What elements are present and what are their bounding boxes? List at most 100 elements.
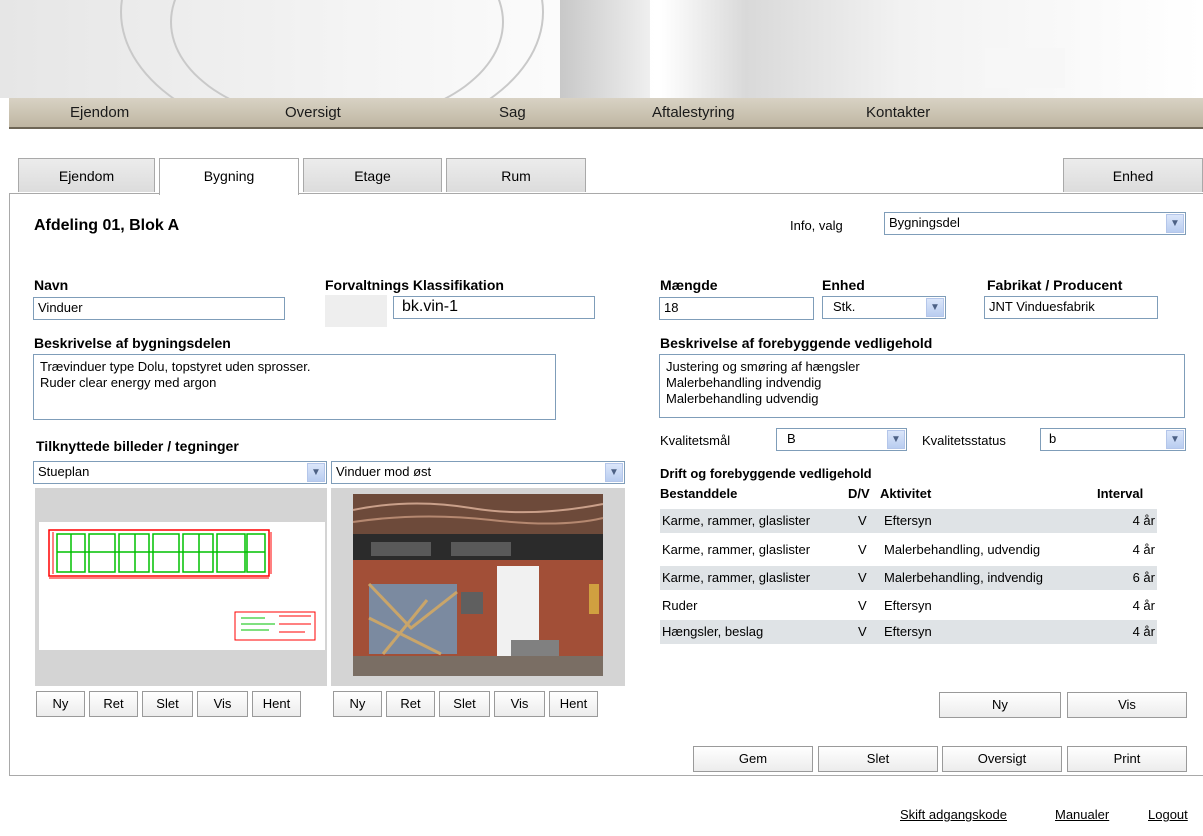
cell-aktivitet: Eftersyn <box>884 598 932 613</box>
cell-interval: 4 år <box>1132 513 1155 528</box>
billede2-ret-button[interactable]: Ret <box>386 691 435 717</box>
logout-link[interactable]: Logout <box>1148 807 1188 822</box>
cell-dv: V <box>858 513 867 528</box>
maengde-field[interactable]: 18 <box>659 297 814 320</box>
banner-logo-area <box>985 48 1065 88</box>
table-row[interactable]: Ruder V Eftersyn 4 år <box>660 594 1157 618</box>
skift-adgangskode-link[interactable]: Skift adgangskode <box>900 807 1007 822</box>
cell-aktivitet: Malerbehandling, indvendig <box>884 570 1044 585</box>
tab-etage[interactable]: Etage <box>303 158 442 192</box>
cell-dv: V <box>858 570 867 585</box>
klassifikation-prefix-box <box>325 295 387 327</box>
chevron-down-icon: ▼ <box>605 463 623 482</box>
tab-rum[interactable]: Rum <box>446 158 586 192</box>
cell-interval: 4 år <box>1132 542 1155 557</box>
beskrivelse-label: Beskrivelse af bygningsdelen <box>34 335 231 351</box>
billede1-hent-button[interactable]: Hent <box>252 691 301 717</box>
drift-ny-button[interactable]: Ny <box>939 692 1061 718</box>
chevron-down-icon: ▼ <box>1166 214 1184 233</box>
cell-interval: 4 år <box>1132 598 1155 613</box>
klassifikation-field[interactable]: bk.vin-1 <box>393 296 595 319</box>
billede-select-2-value: Vinduer mod øst <box>336 464 432 479</box>
billede-select-1[interactable]: Stueplan ▼ <box>33 461 327 484</box>
billede2-slet-button[interactable]: Slet <box>439 691 490 717</box>
chevron-down-icon: ▼ <box>1166 430 1184 449</box>
billede2-ny-button[interactable]: Ny <box>333 691 382 717</box>
navn-field[interactable]: Vinduer <box>33 297 285 320</box>
billede1-vis-button[interactable]: Vis <box>197 691 248 717</box>
slet-button[interactable]: Slet <box>818 746 938 772</box>
page-title: Afdeling 01, Blok A <box>34 217 180 234</box>
tab-enhed[interactable]: Enhed <box>1063 158 1203 192</box>
tab-ejendom[interactable]: Ejendom <box>18 158 155 192</box>
drift-vis-button[interactable]: Vis <box>1067 692 1187 718</box>
cell-bestanddel: Karme, rammer, glaslister <box>662 513 811 528</box>
table-row[interactable]: Karme, rammer, glaslister V Eftersyn 4 å… <box>660 509 1157 533</box>
header-banner <box>0 0 1203 98</box>
kvalitetsstatus-select[interactable]: b ▼ <box>1040 428 1186 451</box>
billede2-hent-button[interactable]: Hent <box>549 691 598 717</box>
navn-label: Navn <box>34 277 69 293</box>
cell-aktivitet: Malerbehandling, udvendig <box>884 542 1041 557</box>
col-bestanddele: Bestanddele <box>660 486 738 501</box>
kvalitetsmaal-select[interactable]: B ▼ <box>776 428 907 451</box>
banner-stair-graphic-inner <box>170 0 504 98</box>
fabrikat-label: Fabrikat / Producent <box>987 277 1123 293</box>
cell-bestanddel: Karme, rammer, glaslister <box>662 570 811 585</box>
kvalitetsmaal-value: B <box>787 431 796 446</box>
oversigt-button[interactable]: Oversigt <box>942 746 1062 772</box>
billede1-ret-button[interactable]: Ret <box>89 691 138 717</box>
print-button[interactable]: Print <box>1067 746 1187 772</box>
info-select-value: Bygningsdel <box>889 215 960 230</box>
enhed-label: Enhed <box>822 277 865 293</box>
billede-select-1-value: Stueplan <box>38 464 90 479</box>
chevron-down-icon: ▼ <box>926 298 944 317</box>
table-row[interactable]: Karme, rammer, glaslister V Malerbehandl… <box>660 566 1157 590</box>
col-interval: Interval <box>1097 486 1144 501</box>
cell-bestanddel: Ruder <box>662 598 698 613</box>
nav-kontakter[interactable]: Kontakter <box>866 104 930 121</box>
nav-oversigt[interactable]: Oversigt <box>285 104 341 121</box>
table-row[interactable]: Hængsler, beslag V Eftersyn 4 år <box>660 620 1157 644</box>
gem-button[interactable]: Gem <box>693 746 813 772</box>
col-dv: D/V <box>848 486 870 501</box>
drawing-image-frame <box>35 488 327 686</box>
cell-dv: V <box>858 598 867 613</box>
col-aktivitet: Aktivitet <box>880 486 932 501</box>
nav-aftalestyring[interactable]: Aftalestyring <box>652 104 735 121</box>
photo-image-frame <box>331 488 625 686</box>
info-label: Info, valg <box>790 218 843 233</box>
enhed-select[interactable]: Stk. ▼ <box>822 296 946 319</box>
enhed-select-value: Stk. <box>833 299 856 314</box>
cell-bestanddel: Karme, rammer, glaslister <box>662 542 811 557</box>
cell-dv: V <box>858 542 867 557</box>
kvalitetsstatus-value: b <box>1049 431 1057 446</box>
info-select[interactable]: Bygningsdel ▼ <box>884 212 1186 235</box>
vedligehold-textarea[interactable]: Justering og smøring af hængsler Malerbe… <box>659 354 1185 418</box>
klassifikation-label: Forvaltnings Klassifikation <box>325 277 504 293</box>
nav-sag[interactable]: Sag <box>499 104 526 121</box>
billede2-vis-button[interactable]: Vis <box>494 691 545 717</box>
billede1-slet-button[interactable]: Slet <box>142 691 193 717</box>
billeder-label: Tilknyttede billeder / tegninger <box>36 438 239 454</box>
billede-select-2[interactable]: Vinduer mod øst ▼ <box>331 461 625 484</box>
chevron-down-icon: ▼ <box>307 463 325 482</box>
cell-bestanddel: Hængsler, beslag <box>662 624 764 639</box>
table-row[interactable]: Karme, rammer, glaslister V Malerbehandl… <box>660 538 1157 562</box>
main-nav: Ejendom Oversigt Sag Aftalestyring Konta… <box>9 98 1203 129</box>
kvalitetsmaal-label: Kvalitetsmål <box>660 433 731 448</box>
nav-ejendom[interactable]: Ejendom <box>70 104 129 121</box>
billede1-ny-button[interactable]: Ny <box>36 691 85 717</box>
drift-title: Drift og forebyggende vedligehold <box>660 466 872 481</box>
fabrikat-field[interactable]: JNT Vinduesfabrik <box>984 296 1158 319</box>
cell-aktivitet: Eftersyn <box>884 624 932 639</box>
cell-interval: 6 år <box>1132 570 1155 585</box>
floor-plan-drawing[interactable] <box>35 488 327 686</box>
building-photo[interactable] <box>331 488 625 686</box>
chevron-down-icon: ▼ <box>887 430 905 449</box>
manualer-link[interactable]: Manualer <box>1055 807 1109 822</box>
cell-dv: V <box>858 624 867 639</box>
tab-bygning[interactable]: Bygning <box>159 158 299 195</box>
beskrivelse-textarea[interactable]: Trævinduer type Dolu, topstyret uden spr… <box>33 354 556 420</box>
vedligehold-label: Beskrivelse af forebyggende vedligehold <box>660 335 933 351</box>
